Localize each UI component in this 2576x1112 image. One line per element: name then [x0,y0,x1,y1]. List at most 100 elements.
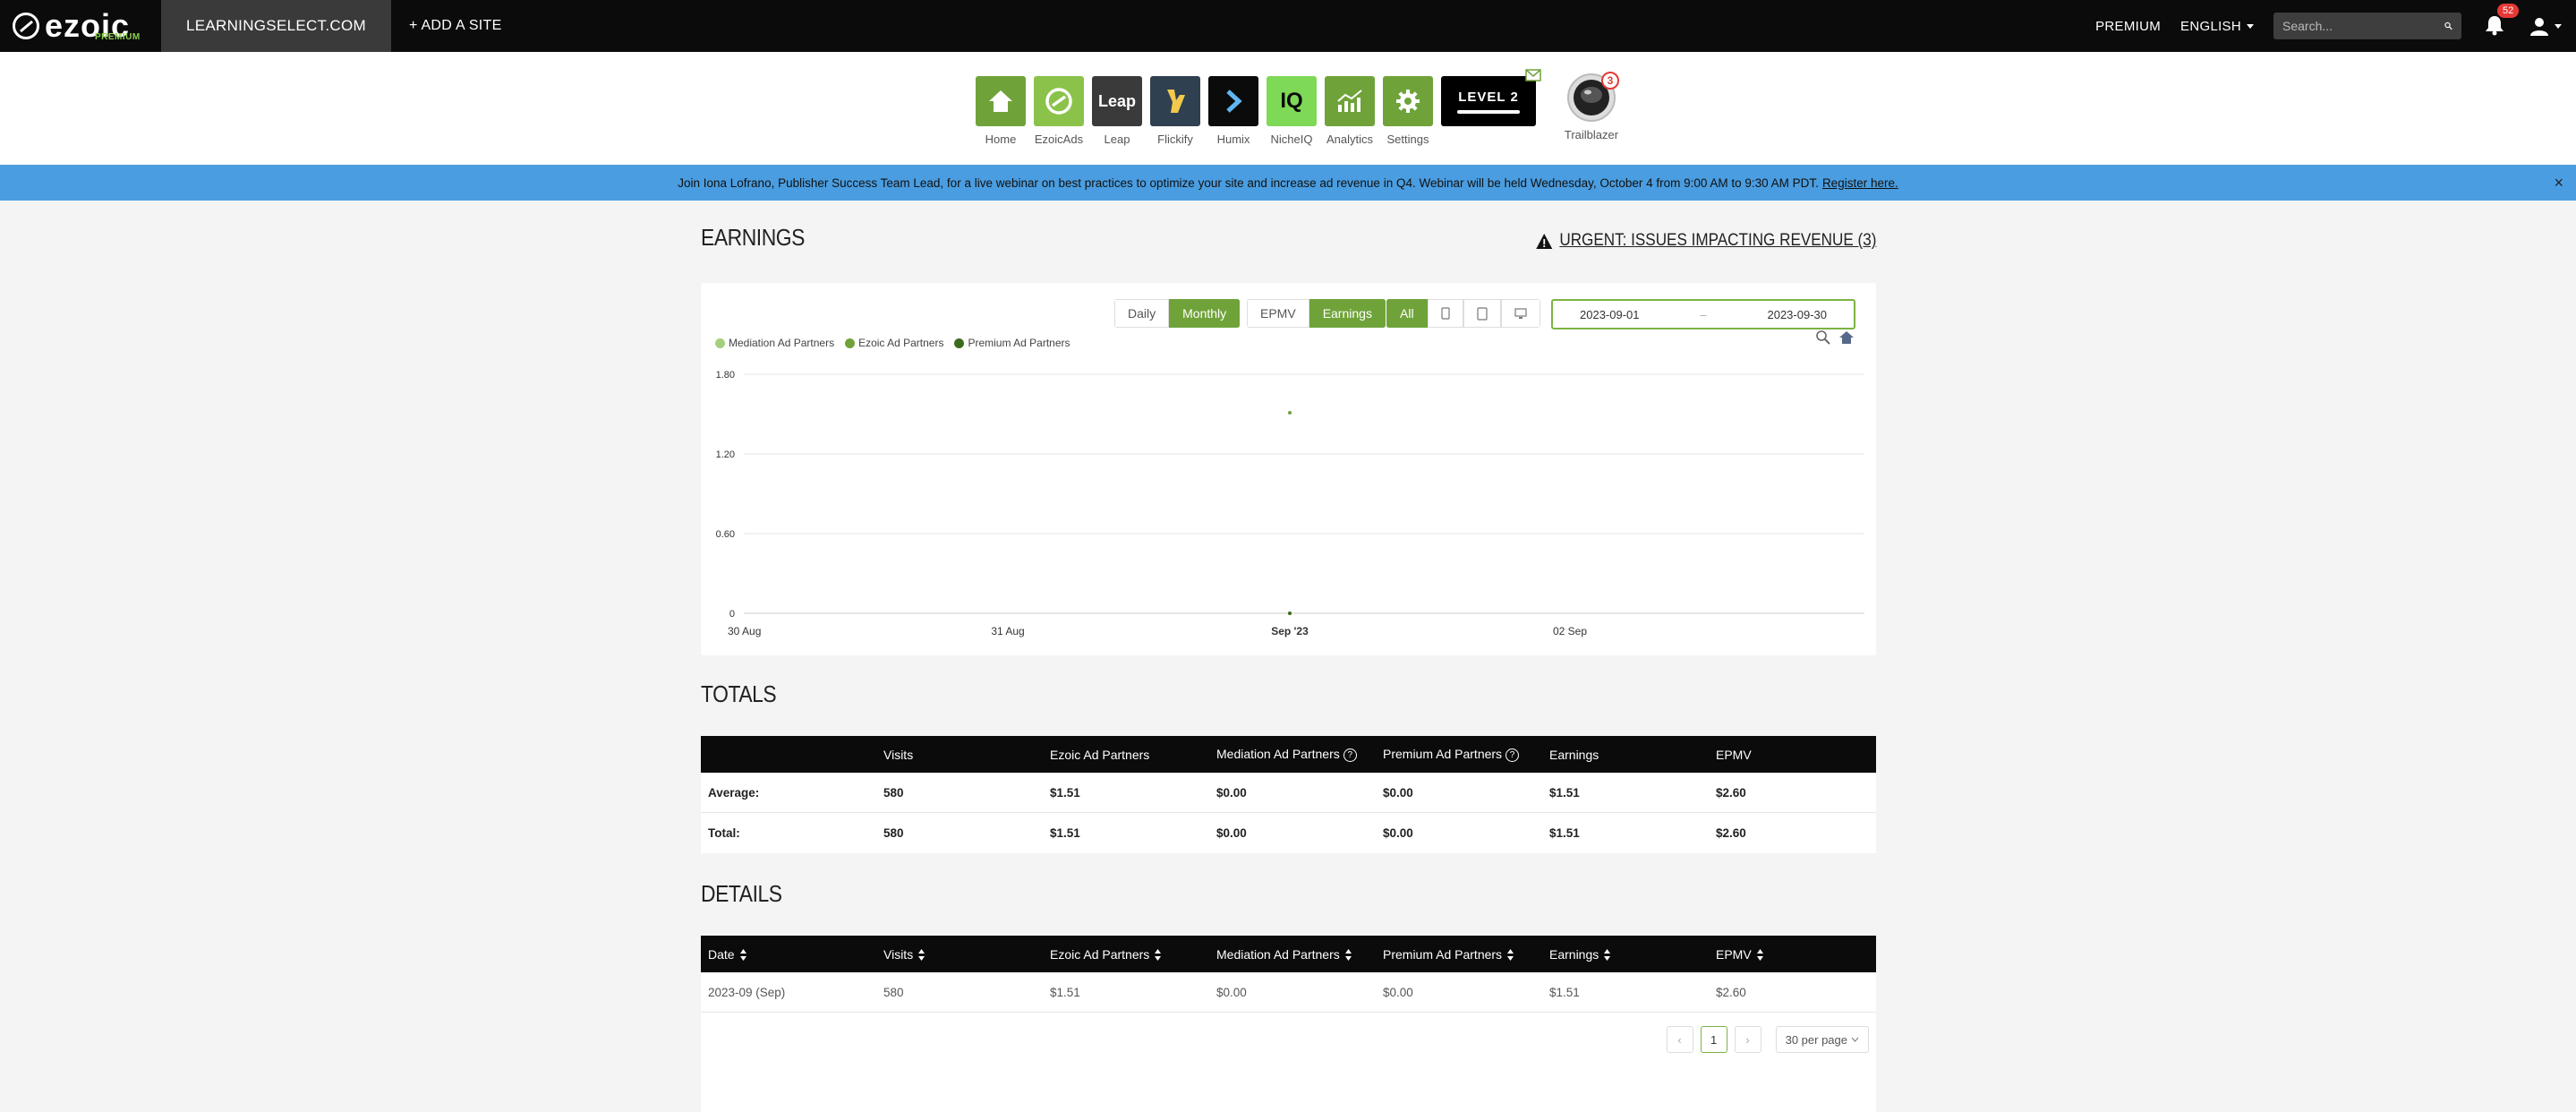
column-header-label: Premium Ad Partners [1383,946,1503,962]
trailblazer-count-badge: 3 [1601,72,1619,90]
gear-icon [1383,76,1433,126]
announcement-banner: Join Iona Lofrano, Publisher Success Tea… [0,165,2576,201]
leap-tile-text: Leap [1097,91,1136,110]
search-icon[interactable] [2444,20,2452,32]
chevron-down-icon [1851,1037,1859,1042]
details-table: Date Visits Ezoic Ad Partners Mediation … [701,936,1876,1112]
astronaut-icon: 3 [1567,72,1619,122]
totals-header: Visits Ezoic Ad Partners Mediation Ad Pa… [701,736,1876,773]
per-page-select[interactable]: 30 per page [1775,1026,1869,1053]
close-icon[interactable]: × [2554,174,2563,192]
table-cell: 580 [883,985,904,999]
column-header-label: Ezoic Ad Partners [1050,946,1150,962]
earnings-chart: 0 0.60 1.20 1.80 30 Aug 31 Aug Sep '23 02 Sep [716,370,1864,637]
prev-page-button[interactable]: ‹ [1666,1026,1693,1053]
table-cell: $0.00 [1216,985,1247,999]
urgent-issues-link[interactable]: URGENT: ISSUES IMPACTING REVENUE (3) [1535,231,1876,251]
sortable-header-earnings[interactable]: Earnings [1542,947,1709,962]
earnings-chart-card: Daily Monthly EPMV Earnings All 2023-09-… [701,283,1876,655]
sortable-header-mediation[interactable]: Mediation Ad Partners [1209,947,1376,962]
column-header-mediation: Mediation Ad Partners? [1209,747,1376,762]
humix-icon [1208,76,1258,126]
table-cell: $1.51 [1050,985,1080,999]
column-header-label: EPMV [1716,946,1752,962]
table-cell: $1.51 [1050,785,1080,800]
level-text: LEVEL 2 [1458,89,1519,105]
chevron-down-icon [2555,23,2562,29]
column-header-premium: Premium Ad Partners? [1376,747,1542,762]
x-tick-label: 31 Aug [991,625,1024,637]
nicheiq-icon: IQ [1267,76,1317,126]
ezoic-logo[interactable]: ezoic PREMIUM [0,0,161,52]
sort-icon [1756,949,1763,962]
language-selector[interactable]: ENGLISH [2180,19,2254,34]
user-menu[interactable] [2529,16,2562,36]
level-badge[interactable]: LEVEL 2 [1441,69,1541,126]
help-icon[interactable]: ? [1343,748,1357,762]
sortable-header-premium[interactable]: Premium Ad Partners [1376,947,1542,962]
table-cell: $2.60 [1716,785,1746,800]
table-cell: $0.00 [1383,785,1413,800]
sort-icon [1344,949,1352,962]
notifications-button[interactable]: 52 [2485,4,2520,38]
top-right-controls: PREMIUM ENGLISH 52 [2095,0,2576,52]
app-launcher: Home EzoicAds Leap Leap Flickify Humix I… [0,52,2576,165]
sortable-header-visits[interactable]: Visits [876,947,1043,962]
data-point [1288,612,1292,615]
table-cell: $1.51 [1050,826,1080,840]
table-cell: 2023-09 (Sep) [708,985,786,999]
table-cell: $0.00 [1383,826,1413,840]
table-cell: $1.51 [1549,785,1580,800]
table-row: Average: 580 $1.51 $0.00 $0.00 $1.51 $2.… [701,773,1876,813]
page-number-button[interactable]: 1 [1700,1026,1727,1053]
logo-mark-icon [13,13,39,39]
table-cell: $0.00 [1216,826,1247,840]
sortable-header-epmv[interactable]: EPMV [1709,947,1876,962]
table-row: Total: 580 $1.51 $0.00 $0.00 $1.51 $2.60 [701,813,1876,853]
table-cell: $2.60 [1716,826,1746,840]
urgent-text: URGENT: ISSUES IMPACTING REVENUE (3) [1558,231,1876,250]
help-icon[interactable]: ? [1506,748,1520,762]
leap-icon: Leap [1092,76,1142,126]
app-settings[interactable]: Settings [1383,76,1433,146]
site-selector[interactable]: LEARNINGSELECT.COM [161,0,391,52]
x-tick-label: 30 Aug [728,625,761,637]
column-header-label: Date [708,946,735,962]
sort-icon [918,949,925,962]
level-progress-bar [1457,109,1520,114]
column-header-label: Mediation Ad Partners [1216,747,1340,762]
table-cell: $1.51 [1549,985,1580,999]
sort-icon [1604,949,1611,962]
y-tick-label: 1.80 [716,370,735,381]
user-icon [2530,18,2548,36]
flickify-icon [1150,76,1200,126]
details-header: Date Visits Ezoic Ad Partners Mediation … [701,936,1876,972]
table-cell: Total: [708,826,740,840]
sortable-header-ezoic[interactable]: Ezoic Ad Partners [1043,947,1209,962]
sortable-header-date[interactable]: Date [701,947,876,962]
register-link[interactable]: Register here. [1822,176,1898,190]
trailblazer-badge[interactable]: 3 Trailblazer [1547,72,1636,141]
sort-icon [1507,949,1514,962]
column-header: Visits [883,747,914,762]
add-site-link[interactable]: + ADD A SITE [409,18,502,34]
sort-icon [739,949,746,962]
column-header-label: Visits [883,946,914,962]
premium-link[interactable]: PREMIUM [2095,19,2161,34]
top-bar: ezoic PREMIUM LEARNINGSELECT.COM + ADD A… [0,0,2576,52]
table-cell: $1.51 [1549,826,1580,840]
per-page-label: 30 per page [1785,1032,1847,1047]
app-label: Settings [1386,133,1429,146]
home-icon [976,76,1026,126]
table-cell: Average: [708,785,760,800]
ezoic-ads-icon [1034,76,1084,126]
search-input[interactable] [2282,19,2444,33]
column-header-label: Earnings [1549,946,1599,962]
next-page-button[interactable]: › [1734,1026,1761,1053]
data-point [1288,411,1292,415]
pagination: ‹ 1 › 30 per page [1659,1026,1869,1053]
nicheiq-tile-text: IQ [1280,89,1303,113]
app-label: Trailblazer [1564,128,1619,141]
column-header-label: Mediation Ad Partners [1216,946,1340,962]
x-tick-label: 02 Sep [1553,625,1587,637]
